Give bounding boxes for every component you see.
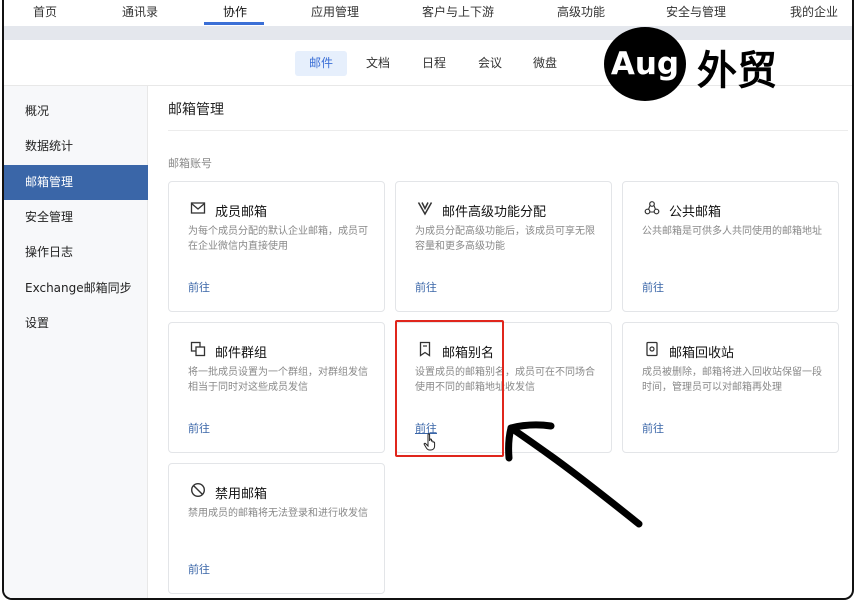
title-divider: [168, 130, 848, 131]
hand-cursor-icon: [423, 433, 436, 451]
brand-logo: Aug: [604, 27, 686, 101]
goto-link[interactable]: 前往: [642, 279, 664, 295]
top-nav: 首页 通讯录 协作 应用管理 客户与上下游 高级功能 安全与管理 我的企业: [4, 0, 852, 26]
topnav-item-advanced[interactable]: 高级功能: [557, 3, 605, 20]
envelope-icon: [189, 200, 207, 218]
card-description: 将一批成员设置为一个群组，对群组发信相当于同时对这些成员发信: [188, 367, 368, 393]
card-title: 邮箱回收站: [669, 346, 735, 361]
shared-mailbox-icon: [643, 200, 661, 218]
sidebar-item-mailbox-management[interactable]: 邮箱管理: [4, 165, 148, 200]
topnav-item-collaboration[interactable]: 协作: [223, 3, 247, 20]
card-title: 公共邮箱: [669, 205, 722, 220]
card-description: 禁用成员的邮箱将无法登录和进行收发信: [188, 508, 368, 519]
card-description: 为成员分配高级功能后，该成员可享无限容量和更多高级功能: [415, 226, 595, 252]
recycle-bin-icon: [643, 341, 661, 359]
brand-text: 外贸: [697, 48, 777, 94]
topnav-item-customers[interactable]: 客户与上下游: [422, 3, 494, 20]
sidebar-item-statistics[interactable]: 数据统计: [4, 129, 148, 164]
ban-icon: [189, 482, 207, 500]
topnav-item-my-enterprise[interactable]: 我的企业: [790, 3, 838, 20]
page-title: 邮箱管理: [168, 102, 224, 118]
card-description: 公共邮箱是可供多人共同使用的邮箱地址: [642, 226, 822, 237]
sidebar-item-security[interactable]: 安全管理: [4, 200, 148, 235]
card-description: 为每个成员分配的默认企业邮箱，成员可在企业微信内直接使用: [188, 226, 368, 252]
topnav-item-home[interactable]: 首页: [33, 3, 57, 20]
app-window: 首页 通讯录 协作 应用管理 客户与上下游 高级功能 安全与管理 我的企业 邮件…: [2, 0, 854, 600]
topnav-item-security[interactable]: 安全与管理: [666, 3, 726, 20]
card-disable-mailbox: 禁用邮箱 禁用成员的邮箱将无法登录和进行收发信 前往: [168, 463, 385, 594]
tab-meeting[interactable]: 会议: [469, 51, 511, 76]
sidebar-item-settings[interactable]: 设置: [4, 306, 148, 341]
goto-link[interactable]: 前往: [188, 561, 210, 577]
topnav-item-contacts[interactable]: 通讯录: [122, 3, 158, 20]
card-shared-mailbox: 公共邮箱 公共邮箱是可供多人共同使用的邮箱地址 前往: [622, 181, 839, 312]
sidebar-item-operation-log[interactable]: 操作日志: [4, 235, 148, 270]
card-title: 邮件高级功能分配: [442, 205, 547, 220]
card-description: 成员被删除，邮箱将进入回收站保留一段时间，管理员可以对邮箱再处理: [642, 367, 822, 393]
highlight-box: [395, 320, 504, 457]
group-icon: [189, 341, 207, 359]
topnav-item-app-management[interactable]: 应用管理: [311, 3, 359, 20]
v-icon: [416, 200, 434, 218]
card-mail-group: 邮件群组 将一批成员设置为一个群组，对群组发信相当于同时对这些成员发信 前往: [168, 322, 385, 453]
card-advanced-features: 邮件高级功能分配 为成员分配高级功能后，该成员可享无限容量和更多高级功能 前往: [395, 181, 612, 312]
goto-link[interactable]: 前往: [188, 279, 210, 295]
sidebar-item-overview[interactable]: 概况: [4, 94, 148, 129]
tab-drive[interactable]: 微盘: [524, 51, 566, 76]
goto-link[interactable]: 前往: [415, 279, 437, 295]
card-title: 邮件群组: [215, 346, 268, 361]
card-mailbox-recycle-bin: 邮箱回收站 成员被删除，邮箱将进入回收站保留一段时间，管理员可以对邮箱再处理 前…: [622, 322, 839, 453]
arrow-icon: [505, 421, 643, 528]
topnav-active-indicator: [204, 22, 264, 25]
tab-docs[interactable]: 文档: [357, 51, 399, 76]
tab-calendar[interactable]: 日程: [413, 51, 455, 76]
section-label: 邮箱账号: [168, 157, 212, 170]
card-title: 成员邮箱: [215, 205, 268, 220]
card-member-mailbox: 成员邮箱 为每个成员分配的默认企业邮箱，成员可在企业微信内直接使用 前往: [168, 181, 385, 312]
card-title: 禁用邮箱: [215, 487, 268, 502]
sidebar-item-exchange-sync[interactable]: Exchange邮箱同步: [4, 271, 148, 306]
goto-link[interactable]: 前往: [188, 420, 210, 436]
tab-mail[interactable]: 邮件: [295, 51, 347, 76]
sidebar: 概况 数据统计 邮箱管理 安全管理 操作日志 Exchange邮箱同步 设置: [4, 86, 148, 598]
